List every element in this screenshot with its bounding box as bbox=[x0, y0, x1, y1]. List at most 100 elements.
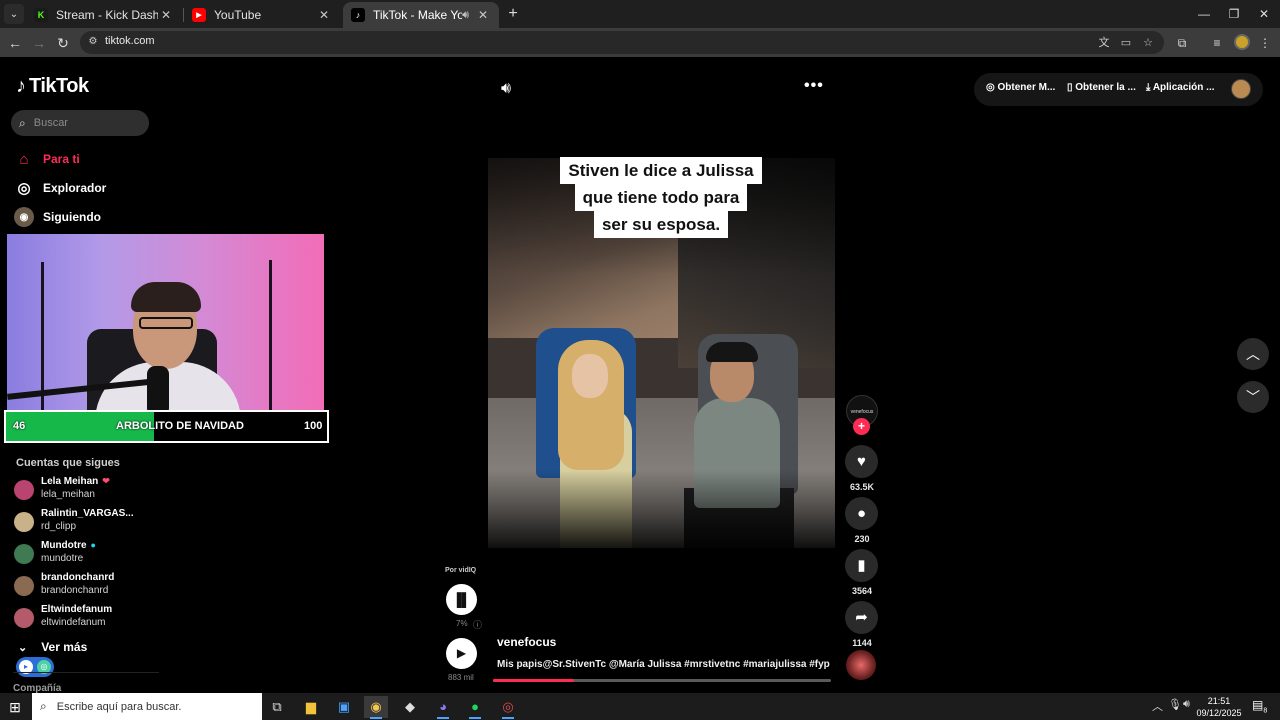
get-app-button[interactable]: ▯ Obtener la ... bbox=[1067, 82, 1136, 93]
vidiq-stats-button[interactable]: ▐▌ bbox=[446, 584, 477, 615]
taskbar-search[interactable]: ⌕ Escribe aquí para buscar. bbox=[32, 693, 262, 720]
search-icon: ⌕ bbox=[19, 115, 26, 130]
tab-audio-icon[interactable]: 🔊︎ bbox=[462, 9, 469, 22]
microphone-tray-icon[interactable]: 🎙︎ bbox=[1168, 698, 1182, 711]
download-app-button[interactable]: ⤓ Aplicación ... bbox=[1146, 82, 1215, 93]
video-progress-bar[interactable] bbox=[493, 679, 831, 682]
search-box[interactable]: ⌕ bbox=[11, 110, 149, 136]
share-button[interactable]: ➦ bbox=[845, 601, 878, 634]
comment-button[interactable]: ● bbox=[845, 497, 878, 530]
close-icon[interactable]: ✕ bbox=[475, 8, 491, 22]
translate-icon[interactable]: 文 bbox=[1096, 35, 1112, 51]
url-text[interactable]: tiktok.com bbox=[105, 35, 155, 47]
search-input[interactable] bbox=[33, 117, 134, 129]
discord-icon[interactable]: ◕ bbox=[431, 696, 455, 719]
spotify-icon[interactable]: ● bbox=[463, 696, 487, 719]
info-icon[interactable]: ⓘ bbox=[473, 618, 482, 631]
site-info-icon[interactable]: ⚙ bbox=[86, 35, 100, 49]
notification-center-icon[interactable]: ▤8 bbox=[1252, 698, 1267, 714]
store-icon[interactable]: ▣ bbox=[332, 696, 356, 718]
nav-following[interactable]: ◉ Siguiendo bbox=[14, 207, 101, 227]
nav-for-you[interactable]: ⌂ Para ti bbox=[14, 149, 80, 169]
account-handle: lela_meihan bbox=[41, 489, 95, 500]
forward-icon[interactable]: → bbox=[28, 32, 50, 54]
close-icon[interactable]: ✕ bbox=[316, 8, 332, 22]
account-avatar bbox=[14, 576, 34, 596]
tab-search-button[interactable]: ⌄ bbox=[4, 4, 24, 24]
account-name: Ralintin_VARGAS... bbox=[41, 508, 134, 519]
tiktok-page: ♪ TikTok ⌕ ⌂ Para ti ◎ Explorador ◉ Sigu… bbox=[0, 57, 1280, 693]
extensions-icon[interactable]: ⧉ bbox=[1173, 34, 1191, 52]
follow-button[interactable]: + bbox=[853, 418, 870, 435]
task-view-icon[interactable]: ⧉ bbox=[265, 696, 289, 718]
goal-label: ARBOLITO DE NAVIDAD bbox=[116, 420, 244, 432]
tray-overflow-icon[interactable]: ︿ bbox=[1152, 698, 1163, 714]
account-name: Mundotre ● bbox=[41, 540, 96, 551]
share-count: 1144 bbox=[852, 638, 872, 648]
avatar-icon: ◉ bbox=[14, 207, 34, 227]
app-icon[interactable]: ◆ bbox=[398, 696, 422, 718]
chrome-icon[interactable]: ◉ bbox=[364, 696, 388, 719]
system-clock[interactable]: 21:51 09/12/2025 bbox=[1196, 695, 1242, 719]
music-disc-icon[interactable] bbox=[846, 650, 876, 680]
nav-label: Para ti bbox=[43, 152, 80, 166]
profile-avatar-icon[interactable] bbox=[1234, 34, 1250, 50]
browser-toolbar: ← → ↻ ⚙ tiktok.com 文 ▭ ☆ ⧉ ≡ ⋮ bbox=[0, 28, 1280, 57]
bookmark-star-icon[interactable]: ☆ bbox=[1140, 35, 1156, 51]
nav-label: Explorador bbox=[43, 181, 107, 195]
account-name: Lela Meihan ❤ bbox=[41, 476, 110, 487]
reload-icon[interactable]: ↻ bbox=[52, 32, 74, 54]
top-actions-bar: ◎ Obtener M... ▯ Obtener la ... ⤓ Aplica… bbox=[974, 73, 1263, 106]
account-badge-icon: ❤ bbox=[102, 476, 110, 486]
file-explorer-icon[interactable]: ▆ bbox=[299, 696, 323, 718]
close-icon[interactable]: ✕ bbox=[158, 8, 174, 22]
see-more-button[interactable]: ⌄ Ver más bbox=[18, 640, 87, 654]
following-account[interactable]: Lela Meihan ❤ lela_meihan bbox=[14, 476, 254, 504]
back-icon[interactable]: ← bbox=[4, 32, 26, 54]
play-button[interactable]: ▶ bbox=[446, 638, 477, 669]
streamer-hair bbox=[131, 282, 201, 312]
next-video-button[interactable]: ﹀ bbox=[1237, 381, 1269, 413]
extension-pill[interactable]: ▸ ◎ bbox=[16, 657, 54, 677]
user-avatar[interactable] bbox=[1231, 79, 1251, 99]
video-author[interactable]: venefocus bbox=[497, 635, 556, 649]
window-close-icon[interactable]: ✕ bbox=[1249, 4, 1279, 24]
logo-text: TikTok bbox=[29, 75, 89, 97]
reading-list-icon[interactable]: ≡ bbox=[1208, 34, 1226, 52]
following-account[interactable]: Ralintin_VARGAS... rd_clipp bbox=[14, 508, 254, 536]
save-button[interactable]: ▮ bbox=[845, 549, 878, 582]
tab-kick-dashboard[interactable]: K Stream - Kick Dashboard ✕ bbox=[26, 2, 182, 28]
menu-kebab-icon[interactable]: ⋮ bbox=[1256, 34, 1274, 52]
company-link[interactable]: Compañía bbox=[13, 683, 61, 693]
windows-start-icon[interactable]: ⊞ bbox=[6, 698, 24, 716]
following-account[interactable]: brandonchanrd brandonchanrd bbox=[14, 572, 254, 600]
clock-time: 21:51 bbox=[1207, 696, 1231, 706]
new-tab-button[interactable]: + bbox=[503, 4, 523, 24]
tab-youtube[interactable]: ▶ YouTube ✕ bbox=[184, 2, 340, 28]
cast-icon[interactable]: ▭ bbox=[1118, 35, 1134, 51]
previous-video-button[interactable]: ︿ bbox=[1237, 338, 1269, 370]
volume-tray-icon[interactable]: 🔊︎ bbox=[1183, 698, 1190, 711]
like-count: 63.5K bbox=[849, 482, 875, 492]
following-account[interactable]: Mundotre ● mundotre bbox=[14, 540, 254, 568]
obs-icon[interactable]: ◎ bbox=[496, 696, 520, 719]
more-options-icon[interactable]: ••• bbox=[804, 77, 824, 95]
led-lamp bbox=[269, 260, 272, 410]
get-coins-button[interactable]: ◎ Obtener M... bbox=[986, 82, 1055, 93]
volume-icon[interactable]: 🔊︎ bbox=[501, 80, 511, 98]
account-name-text: Lela Meihan bbox=[41, 476, 99, 487]
restore-icon[interactable]: ❐ bbox=[1219, 4, 1249, 24]
address-bar[interactable]: ⚙ tiktok.com 文 ▭ ☆ bbox=[80, 31, 1164, 54]
caption-line: ser su esposa. bbox=[593, 211, 729, 238]
following-account[interactable]: Eltwindefanum eltwindefanum bbox=[14, 604, 254, 632]
minimize-icon[interactable]: — bbox=[1189, 4, 1219, 24]
save-count: 3564 bbox=[851, 586, 873, 596]
like-button[interactable]: ♥ bbox=[845, 445, 878, 478]
tab-tiktok[interactable]: ♪ TikTok - Make Your Day 🔊︎ ✕ bbox=[343, 2, 499, 28]
chevron-up-icon: ︿ bbox=[1246, 346, 1260, 362]
tiktok-logo[interactable]: ♪ TikTok bbox=[16, 75, 89, 98]
comment-count: 230 bbox=[854, 534, 870, 544]
tab-title: Stream - Kick Dashboard bbox=[56, 8, 158, 22]
nav-explore[interactable]: ◎ Explorador bbox=[14, 178, 106, 198]
caption-line: Stiven le dice a Julissa bbox=[560, 157, 762, 184]
